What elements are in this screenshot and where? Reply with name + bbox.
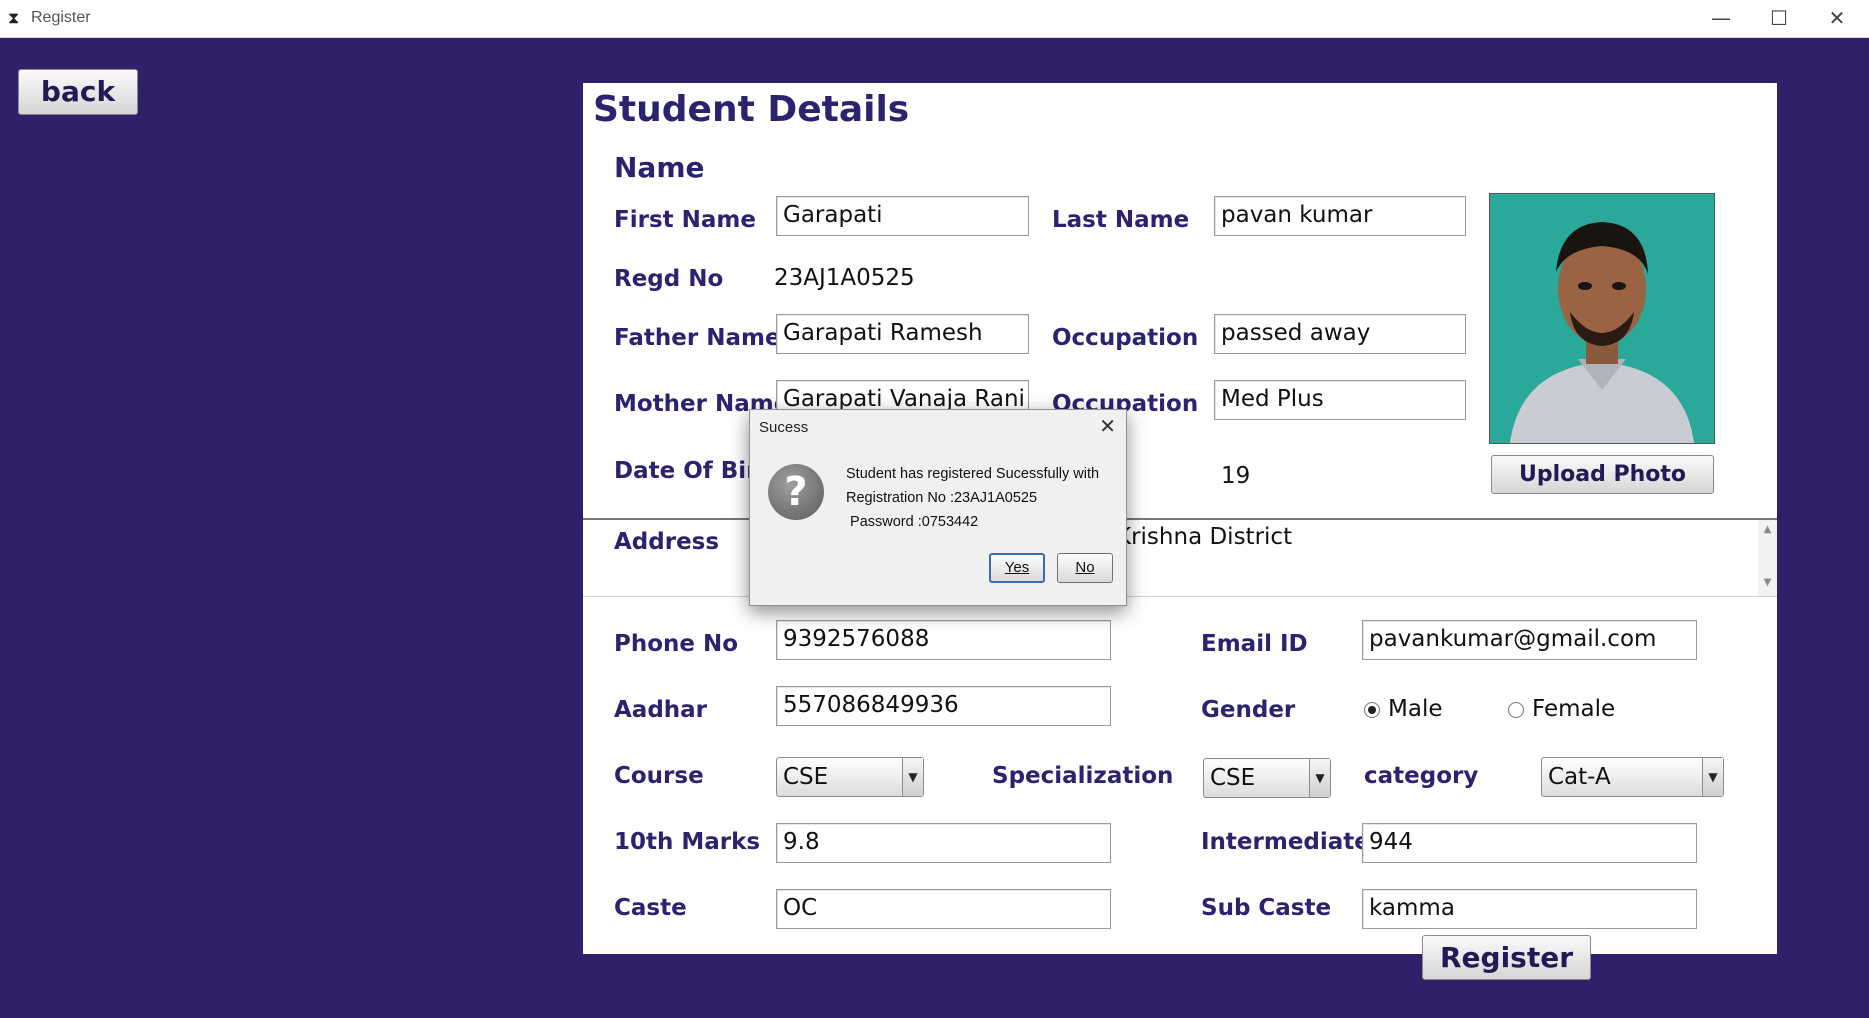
mother-occupation-field[interactable]: Med Plus: [1214, 380, 1466, 420]
dialog-title: Sucess: [759, 419, 809, 436]
chevron-down-icon: ▼: [1702, 758, 1723, 796]
maximize-button[interactable]: ☐: [1750, 0, 1808, 37]
gender-female-radio[interactable]: [1508, 702, 1524, 718]
father-occupation-field[interactable]: passed away: [1214, 314, 1466, 354]
tenth-marks-label: 10th Marks: [614, 829, 761, 855]
father-occupation-label: Occupation: [1052, 325, 1199, 351]
age-value: 19: [1221, 463, 1251, 489]
caste-field[interactable]: OC: [776, 889, 1111, 929]
page-title: Student Details: [593, 89, 910, 130]
first-name-field[interactable]: Garapati: [776, 196, 1029, 236]
window-title: Register: [31, 9, 91, 26]
gender-male-label[interactable]: Male: [1388, 696, 1442, 722]
dialog-close-icon[interactable]: ✕: [1099, 414, 1116, 439]
email-label: Email ID: [1201, 631, 1308, 657]
last-name-label: Last Name: [1052, 207, 1190, 233]
title-bar: ⧗ Register — ☐ ✕: [0, 0, 1869, 38]
email-field[interactable]: pavankumar@gmail.com: [1362, 620, 1697, 660]
close-window-button[interactable]: ✕: [1808, 0, 1866, 37]
upload-photo-button[interactable]: Upload Photo: [1491, 455, 1714, 494]
dialog-message-line-2: Registration No :23AJ1A0525: [846, 490, 1038, 506]
phone-field[interactable]: 9392576088: [776, 620, 1111, 660]
address-text: Krishna District: [1116, 524, 1293, 550]
aadhar-label: Aadhar: [614, 697, 708, 723]
app-icon: ⧗: [8, 8, 20, 27]
specialization-label: Specialization: [992, 763, 1174, 789]
person-portrait-icon: [1490, 194, 1714, 443]
yes-button-label: Yes: [1004, 559, 1030, 576]
register-button[interactable]: Register: [1422, 935, 1591, 980]
course-dropdown[interactable]: CSE ▼: [776, 757, 924, 797]
category-dropdown[interactable]: Cat-A ▼: [1541, 757, 1724, 797]
no-button-label: No: [1075, 559, 1095, 576]
address-label: Address: [614, 529, 720, 555]
chevron-down-icon: ▼: [902, 758, 923, 796]
course-label: Course: [614, 763, 704, 789]
regd-no-label: Regd No: [614, 266, 724, 292]
course-selected-value: CSE: [783, 764, 829, 790]
success-dialog: Sucess ✕ ? Student has registered Sucess…: [749, 409, 1127, 606]
category-label: category: [1364, 763, 1479, 789]
aadhar-field[interactable]: 557086849936: [776, 686, 1111, 726]
gender-label: Gender: [1201, 697, 1296, 723]
specialization-selected-value: CSE: [1210, 765, 1256, 791]
no-button[interactable]: No: [1057, 553, 1113, 583]
intermediate-field[interactable]: 944: [1362, 823, 1697, 863]
back-button[interactable]: back: [18, 69, 138, 115]
caste-label: Caste: [614, 895, 687, 921]
question-icon: ?: [768, 464, 824, 520]
first-name-label: First Name: [614, 207, 756, 233]
yes-button[interactable]: Yes: [989, 553, 1045, 583]
address-scrollbar[interactable]: ▲ ▼: [1758, 520, 1777, 596]
dialog-message-line-3: Password :0753442: [846, 514, 979, 530]
sub-caste-label: Sub Caste: [1201, 895, 1332, 921]
father-name-field[interactable]: Garapati Ramesh: [776, 314, 1029, 354]
student-photo: [1489, 193, 1715, 444]
category-selected-value: Cat-A: [1548, 764, 1611, 790]
minimize-button[interactable]: —: [1692, 0, 1750, 37]
specialization-dropdown[interactable]: CSE ▼: [1203, 758, 1331, 798]
phone-label: Phone No: [614, 631, 739, 657]
dialog-message-line-1: Student has registered Sucessfully with: [846, 466, 1100, 482]
last-name-field[interactable]: pavan kumar: [1214, 196, 1466, 236]
chevron-down-icon: ▼: [1309, 759, 1330, 797]
regd-no-value: 23AJ1A0525: [774, 265, 915, 291]
tenth-marks-field[interactable]: 9.8: [776, 823, 1111, 863]
section-name-heading: Name: [614, 151, 705, 184]
intermediate-label: Intermediate: [1201, 829, 1370, 855]
gender-male-radio[interactable]: [1364, 702, 1380, 718]
father-name-label: Father Name: [614, 325, 781, 351]
sub-caste-field[interactable]: kamma: [1362, 889, 1697, 929]
gender-female-label[interactable]: Female: [1532, 696, 1615, 722]
